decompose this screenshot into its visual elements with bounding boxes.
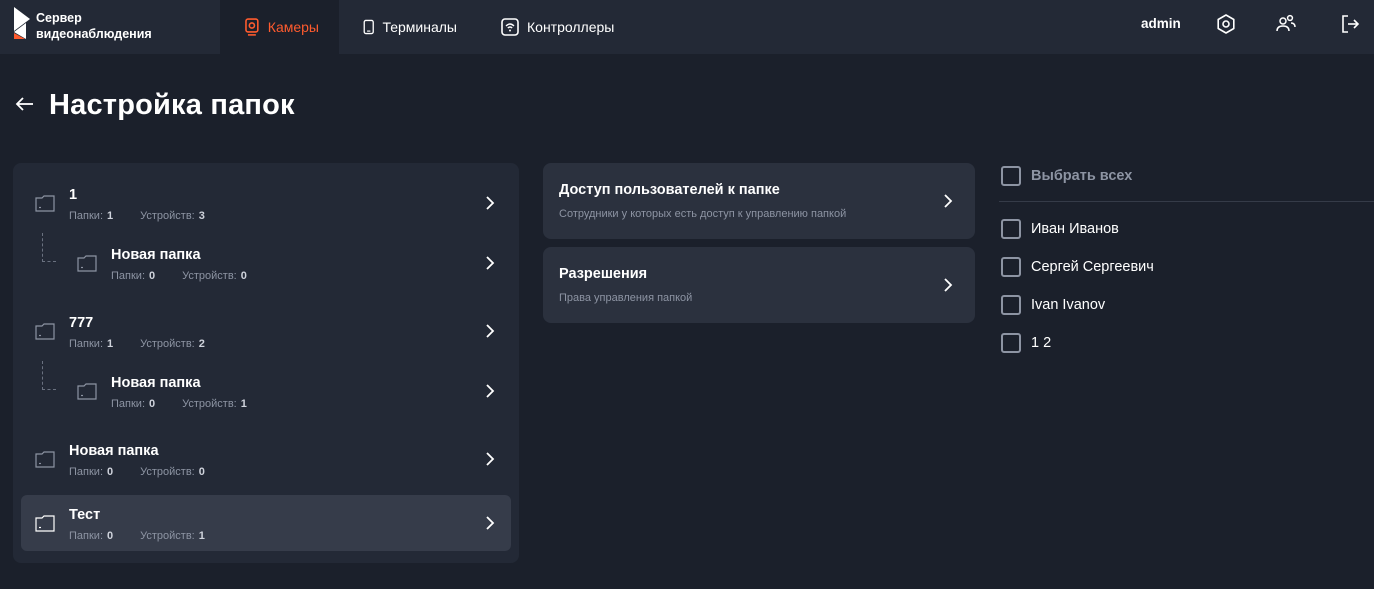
chevron-right-icon <box>486 384 495 398</box>
folder-meta: Папки: 0 Устройств: 0 <box>69 466 205 478</box>
user-checkbox[interactable] <box>1001 333 1021 353</box>
top-bar: Сервер видеонаблюдения Камеры Терминалы <box>0 0 1374 54</box>
folder-icon <box>35 515 55 532</box>
tab-terminals[interactable]: Терминалы <box>339 0 477 54</box>
settings-icon[interactable] <box>1215 13 1237 35</box>
folder-item[interactable]: Новая папка Папки: 0 Устройств: 1 <box>21 363 511 419</box>
user-label: Иван Иванов <box>1031 221 1119 237</box>
folder-icon <box>35 323 55 340</box>
folder-meta: Папки: 1 Устройств: 3 <box>69 210 205 222</box>
user-label: 1 2 <box>1031 335 1052 351</box>
chevron-right-icon <box>486 324 495 338</box>
chevron-right-icon <box>486 256 495 270</box>
card-title: Доступ пользователей к папке <box>559 182 780 198</box>
logout-icon[interactable] <box>1339 13 1361 35</box>
folder-meta: Папки: 0 Устройств: 1 <box>69 530 205 542</box>
folder-item-selected[interactable]: Тест Папки: 0 Устройств: 1 <box>21 495 511 551</box>
folder-icon <box>77 255 97 272</box>
folder-meta: Папки: 0 Устройств: 1 <box>111 398 247 410</box>
folder-meta: Папки: 1 Устройств: 2 <box>69 338 205 350</box>
user-checkbox[interactable] <box>1001 295 1021 315</box>
select-all-checkbox[interactable] <box>1001 166 1021 186</box>
permissions-card[interactable]: Разрешения Права управления папкой <box>543 247 975 323</box>
divider <box>999 201 1374 202</box>
users-icon[interactable] <box>1275 13 1297 35</box>
logo-icon <box>14 7 30 39</box>
chevron-right-icon <box>486 516 495 530</box>
terminal-icon <box>363 19 374 35</box>
select-all-label: Выбрать всех <box>1031 168 1133 184</box>
chevron-right-icon <box>486 452 495 466</box>
brand[interactable]: Сервер видеонаблюдения <box>0 0 220 54</box>
user-checkbox[interactable] <box>1001 219 1021 239</box>
current-user[interactable]: admin <box>1141 16 1181 31</box>
folder-item[interactable]: 777 Папки: 1 Устройств: 2 <box>21 303 511 359</box>
user-item[interactable]: Иван Иванов <box>1001 218 1119 240</box>
page-title: Настройка папок <box>49 89 295 121</box>
folder-name: Тест <box>69 507 101 523</box>
folder-icon <box>77 383 97 400</box>
chevron-right-icon <box>486 196 495 210</box>
folder-name: 777 <box>69 315 94 331</box>
folder-item[interactable]: Новая папка Папки: 0 Устройств: 0 <box>21 235 511 291</box>
card-subtitle: Сотрудники у которых есть доступ к управ… <box>559 208 847 220</box>
card-subtitle: Права управления папкой <box>559 292 693 304</box>
folder-name: Новая папка <box>111 247 201 263</box>
user-label: Ivan Ivanov <box>1031 297 1106 313</box>
tab-controllers-label: Контроллеры <box>527 19 615 35</box>
folder-item[interactable]: Новая папка Папки: 0 Устройств: 0 <box>21 431 511 487</box>
user-item[interactable]: 1 2 <box>1001 332 1051 354</box>
chevron-right-icon <box>944 194 953 208</box>
folder-name: Новая папка <box>111 375 201 391</box>
folder-name: 1 <box>69 187 78 203</box>
user-item[interactable]: Ivan Ivanov <box>1001 294 1105 316</box>
main-nav: Камеры Терминалы Контроллеры <box>220 0 634 54</box>
user-label: Сергей Сергеевич <box>1031 259 1154 275</box>
chevron-right-icon <box>944 278 953 292</box>
camera-icon <box>245 18 259 36</box>
tab-controllers[interactable]: Контроллеры <box>477 0 634 54</box>
folder-name: Новая папка <box>69 443 159 459</box>
folder-tree: 1 Папки: 1 Устройств: 3 Новая папка Папки: 0… <box>13 163 519 563</box>
controller-icon <box>501 18 519 36</box>
tab-cameras-label: Камеры <box>267 19 319 35</box>
tab-terminals-label: Терминалы <box>382 19 457 35</box>
tab-cameras[interactable]: Камеры <box>220 0 339 54</box>
select-all-row[interactable]: Выбрать всех <box>1001 165 1132 187</box>
folder-icon <box>35 451 55 468</box>
folder-meta: Папки: 0 Устройств: 0 <box>111 270 247 282</box>
user-access-card[interactable]: Доступ пользователей к папке Сотрудники … <box>543 163 975 239</box>
user-item[interactable]: Сергей Сергеевич <box>1001 256 1154 278</box>
card-title: Разрешения <box>559 266 648 282</box>
user-checkbox[interactable] <box>1001 257 1021 277</box>
folder-item[interactable]: 1 Папки: 1 Устройств: 3 <box>21 175 511 231</box>
back-arrow-icon[interactable] <box>15 94 35 114</box>
folder-icon <box>35 195 55 212</box>
brand-title: Сервер видеонаблюдения <box>36 11 152 41</box>
